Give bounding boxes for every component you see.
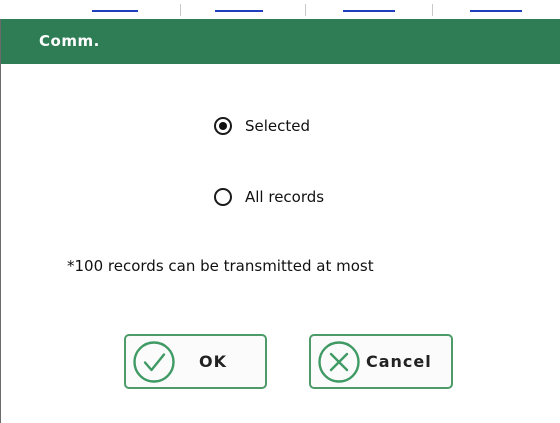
option-all-records-label: All records [245, 188, 325, 206]
check-circle-icon [133, 340, 175, 383]
background-divider [305, 4, 306, 16]
radio-unchecked-icon[interactable] [214, 188, 232, 206]
comm-dialog: Comm. Selected All records *100 records … [0, 19, 560, 423]
ok-button[interactable]: OK [124, 334, 267, 389]
background-cell [470, 0, 522, 12]
background-table-strip [0, 0, 560, 19]
dialog-title: Comm. [39, 32, 100, 50]
radio-checked-icon[interactable] [214, 117, 232, 135]
option-selected[interactable]: Selected [214, 114, 310, 138]
ok-button-label: OK [199, 352, 227, 371]
background-cell [215, 0, 263, 12]
background-divider [180, 4, 181, 16]
background-divider [432, 4, 433, 16]
background-cell [343, 0, 395, 12]
cancel-button[interactable]: Cancel [309, 334, 453, 389]
option-all-records[interactable]: All records [214, 185, 324, 209]
dialog-titlebar: Comm. [1, 19, 560, 64]
radio-dot [219, 122, 227, 130]
background-cell [92, 0, 138, 12]
transmit-limit-note: *100 records can be transmitted at most [67, 257, 374, 275]
option-selected-label: Selected [245, 117, 311, 135]
cancel-button-label: Cancel [366, 352, 432, 371]
x-circle-icon [318, 340, 360, 383]
